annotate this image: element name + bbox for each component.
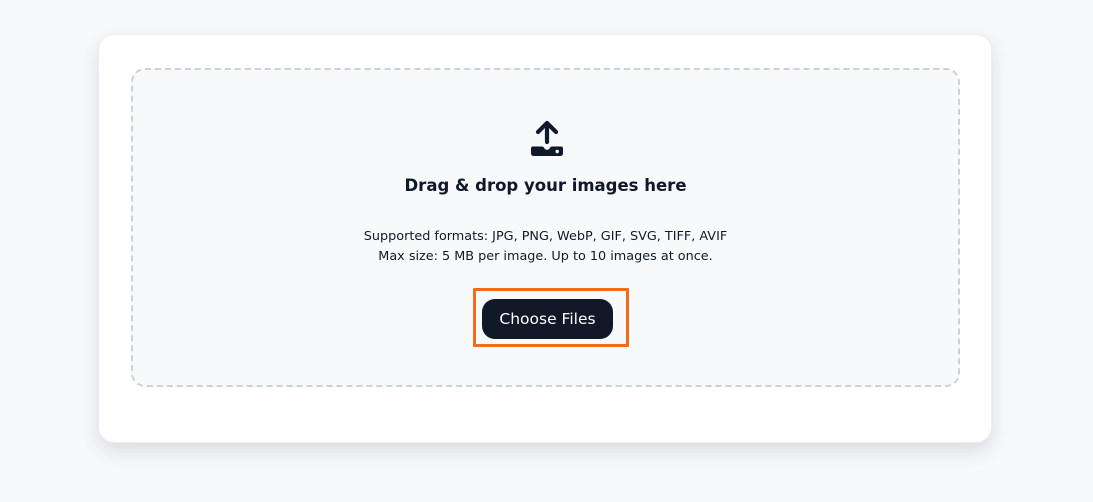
choose-files-highlight: Choose Files xyxy=(473,288,629,347)
choose-files-button[interactable]: Choose Files xyxy=(482,299,613,339)
upload-card: Drag & drop your images here Supported f… xyxy=(98,34,992,443)
dropzone-heading: Drag & drop your images here xyxy=(404,176,687,195)
max-size-text: Max size: 5 MB per image. Up to 10 image… xyxy=(378,249,713,264)
supported-formats-text: Supported formats: JPG, PNG, WebP, GIF, … xyxy=(363,229,728,244)
upload-tray-icon xyxy=(526,117,568,159)
file-dropzone[interactable]: Drag & drop your images here Supported f… xyxy=(131,68,960,387)
